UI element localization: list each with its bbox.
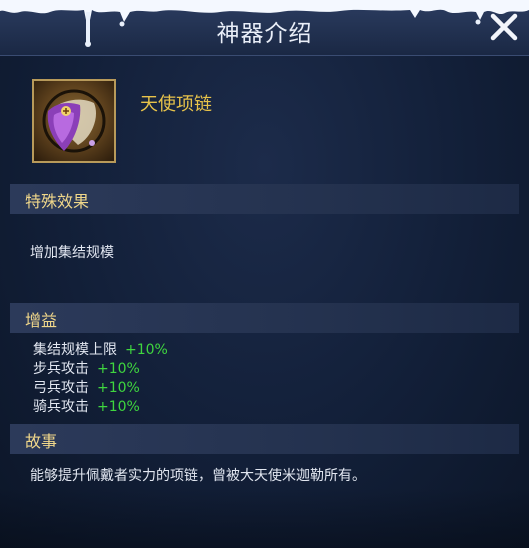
- bonus-label: 集结规模上限: [33, 342, 117, 358]
- item-icon-frame: [32, 79, 116, 163]
- bonus-value: +10%: [125, 342, 168, 358]
- section-title: 增益: [25, 311, 58, 330]
- item-name: 天使项链: [140, 94, 212, 115]
- bonus-row: 骑兵攻击 +10%: [33, 398, 140, 417]
- section-title: 故事: [25, 432, 58, 451]
- special-effect-text: 增加集结规模: [30, 245, 114, 261]
- bonus-row: 步兵攻击 +10%: [33, 360, 140, 379]
- story-text: 能够提升佩戴者实力的项链，曾被大天使米迦勒所有。: [30, 468, 366, 484]
- panel-title: 神器介绍: [216, 21, 313, 47]
- bonus-value: +10%: [97, 399, 140, 415]
- section-header-bonus: 增益: [10, 303, 519, 333]
- bonus-label: 步兵攻击: [33, 361, 89, 377]
- artifact-info-panel: 神器介绍 天使项链 特殊效果 增加集结规模 增益 集结规模上限 +10% 步兵攻击…: [0, 0, 529, 548]
- angel-necklace-icon: [42, 89, 106, 153]
- bonus-value: +10%: [97, 361, 140, 377]
- close-icon[interactable]: [489, 12, 519, 42]
- bonus-label: 弓兵攻击: [33, 380, 89, 396]
- bonus-value: +10%: [97, 380, 140, 396]
- section-header-story: 故事: [10, 424, 519, 454]
- bonus-row: 弓兵攻击 +10%: [33, 379, 140, 398]
- section-header-special-effect: 特殊效果: [10, 184, 519, 214]
- section-title: 特殊效果: [25, 192, 90, 211]
- title-bar: 神器介绍: [0, 0, 529, 56]
- bonus-label: 骑兵攻击: [33, 399, 89, 415]
- bonus-row: 集结规模上限 +10%: [33, 341, 168, 360]
- bottom-shade: [0, 488, 529, 548]
